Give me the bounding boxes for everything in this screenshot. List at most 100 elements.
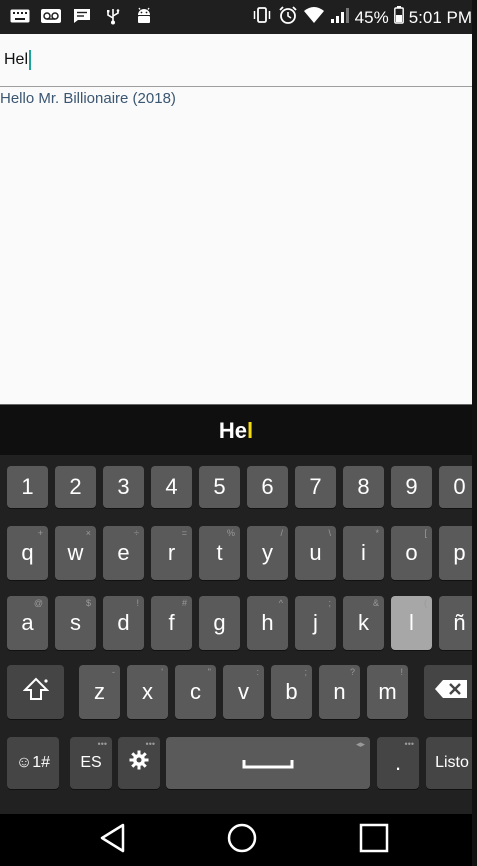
- settings-gear-icon: [128, 749, 150, 777]
- key-u[interactable]: \ u: [295, 526, 336, 580]
- alarm-icon: [278, 5, 298, 30]
- key-ñ[interactable]: ñ: [439, 596, 472, 650]
- period-key[interactable]: ••• .: [377, 737, 419, 789]
- key-label: ñ: [453, 610, 466, 635]
- message-icon: [72, 7, 92, 25]
- key-4[interactable]: 4: [151, 466, 192, 508]
- key-label: a: [21, 610, 34, 635]
- suggestion-word[interactable]: Hel: [0, 418, 472, 444]
- key-hint: ×: [85, 528, 91, 538]
- key-f[interactable]: # f: [151, 596, 192, 650]
- key-6[interactable]: 6: [247, 466, 288, 508]
- key-label: 4: [165, 474, 178, 499]
- key-z[interactable]: -z: [79, 665, 120, 719]
- key-label: d: [117, 610, 130, 635]
- back-icon: [99, 823, 127, 858]
- key-d[interactable]: ! d: [103, 596, 144, 650]
- key-s[interactable]: $ s: [55, 596, 96, 650]
- key-label: k: [358, 610, 369, 635]
- key-y[interactable]: / y: [247, 526, 288, 580]
- key-c[interactable]: " c: [175, 665, 216, 719]
- search-input-text: Hel: [4, 51, 29, 68]
- key-m[interactable]: ! m: [367, 665, 408, 719]
- key-2[interactable]: 2: [55, 466, 96, 508]
- screen-edge: [472, 0, 477, 866]
- space-bar[interactable]: ◂▸: [166, 737, 370, 789]
- key-o[interactable]: [o: [391, 526, 432, 580]
- key-hint: *: [375, 528, 379, 538]
- key-label: b: [285, 679, 298, 704]
- battery-icon: [393, 6, 404, 29]
- key-e[interactable]: ÷ e: [103, 526, 144, 580]
- key-k[interactable]: & k: [343, 596, 384, 650]
- key-a[interactable]: @ a: [7, 596, 48, 650]
- screen: 45% 5:01 PM Hel Hello Mr. Billionaire (2…: [0, 0, 472, 866]
- key-b[interactable]: ; b: [271, 665, 312, 719]
- key-label: 2: [69, 474, 82, 499]
- key-j[interactable]: ; j: [295, 596, 336, 650]
- backspace-icon: [434, 679, 468, 705]
- back-button[interactable]: [93, 823, 133, 858]
- settings-key[interactable]: •••: [118, 737, 160, 789]
- key-n[interactable]: ? n: [319, 665, 360, 719]
- signal-icon: [330, 6, 350, 29]
- recents-button[interactable]: [354, 823, 394, 856]
- key-x[interactable]: ' x: [127, 665, 168, 719]
- navigation-bar: [0, 814, 472, 866]
- done-key[interactable]: Listo: [426, 737, 472, 789]
- search-input[interactable]: Hel: [4, 50, 32, 70]
- key-7[interactable]: 7: [295, 466, 336, 508]
- home-button[interactable]: [222, 822, 262, 859]
- suggestion-typed: He: [218, 418, 247, 443]
- key-label: o: [405, 540, 418, 565]
- search-results: Hello Mr. Billionaire (2018): [0, 90, 176, 107]
- voicemail-icon: [41, 7, 61, 25]
- key-h[interactable]: ^ h: [247, 596, 288, 650]
- text-cursor: [29, 50, 32, 70]
- key-g[interactable]: g: [199, 596, 240, 650]
- key-label: f: [168, 610, 175, 635]
- key-5[interactable]: 5: [199, 466, 240, 508]
- search-bar[interactable]: Hel: [0, 34, 472, 87]
- language-key-more: •••: [97, 739, 107, 749]
- key-w[interactable]: × w: [55, 526, 96, 580]
- keyboard: Hel 1 2 3 4 5 6 7 8 9 0 + q × w ÷ e = r% t / y \ u * i[o p @ a $ s! d #…: [0, 404, 472, 814]
- search-result-item[interactable]: Hello Mr. Billionaire (2018): [0, 90, 176, 107]
- shift-key[interactable]: [7, 665, 64, 719]
- key-label: h: [261, 610, 274, 635]
- key-label: n: [333, 679, 346, 704]
- key-label: c: [190, 679, 201, 704]
- backspace-key[interactable]: [424, 665, 472, 719]
- key-hint: ?: [349, 667, 355, 677]
- key-label: v: [238, 679, 249, 704]
- key-hint: &: [372, 598, 379, 608]
- key-label: 9: [405, 474, 418, 499]
- key-label: e: [117, 540, 130, 565]
- key-9[interactable]: 9: [391, 466, 432, 508]
- home-icon: [226, 822, 258, 859]
- key-label: l: [409, 610, 414, 635]
- key-3[interactable]: 3: [103, 466, 144, 508]
- key-p[interactable]: p: [439, 526, 472, 580]
- key-hint: ^: [278, 598, 283, 608]
- key-hint: :: [256, 667, 259, 677]
- key-hint: ;: [328, 598, 331, 608]
- key-hint: +: [37, 528, 43, 538]
- key-1[interactable]: 1: [7, 466, 48, 508]
- key-0[interactable]: 0: [439, 466, 472, 508]
- key-hint: (: [424, 598, 427, 608]
- key-hint: ;: [304, 667, 307, 677]
- key-i[interactable]: * i: [343, 526, 384, 580]
- key-hint: #: [181, 598, 187, 608]
- key-q[interactable]: + q: [7, 526, 48, 580]
- key-v[interactable]: :v: [223, 665, 264, 719]
- key-label: 6: [261, 474, 274, 499]
- key-label: z: [94, 679, 105, 704]
- key-r[interactable]: = r: [151, 526, 192, 580]
- key-l[interactable]: (l: [391, 596, 432, 650]
- key-t[interactable]: % t: [199, 526, 240, 580]
- key-8[interactable]: 8: [343, 466, 384, 508]
- symbols-key[interactable]: ☺1#: [7, 737, 59, 789]
- key-label: x: [142, 679, 153, 704]
- language-key[interactable]: ••• ES: [70, 737, 112, 789]
